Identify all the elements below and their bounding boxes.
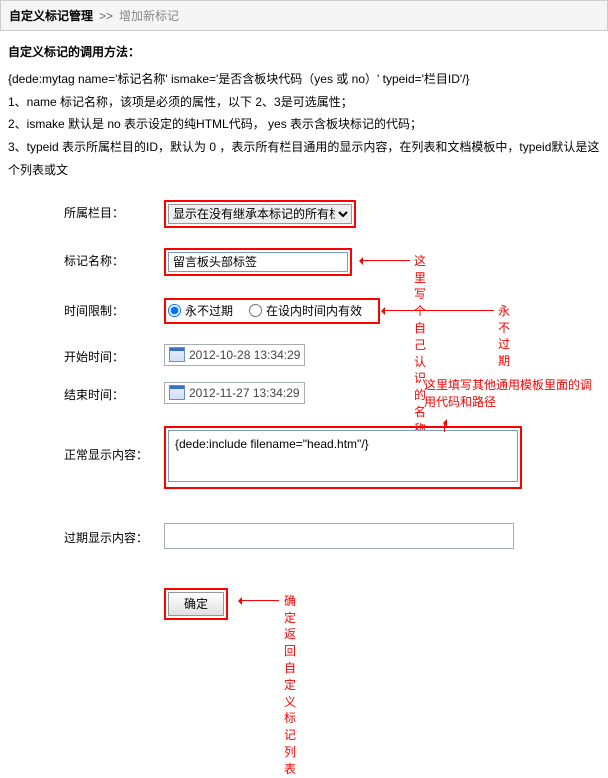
timelimit-option2[interactable]: 在设内时间内有效 (249, 302, 362, 319)
category-label: 所属栏目： (64, 200, 164, 221)
submit-highlight: 确定 (164, 588, 228, 620)
endtime-label: 结束时间： (64, 382, 164, 403)
usage-code: {dede:mytag name='标记名称' ismake='是否含板块代码（… (8, 68, 600, 91)
normalcontent-arrow (444, 422, 445, 432)
normalcontent-highlight (164, 426, 522, 489)
timelimit-highlight: 永不过期 在设内时间内有效 (164, 298, 380, 324)
header-separator: >> (99, 9, 113, 23)
submit-arrow (239, 600, 279, 601)
usage-instructions: 自定义标记的调用方法： {dede:mytag name='标记名称' isma… (8, 41, 600, 182)
category-select[interactable]: 显示在没有继承本标记的所有栏目 (168, 204, 352, 224)
timelimit-label: 时间限制： (64, 298, 164, 319)
starttime-input[interactable]: 2012-10-28 13:34:29 (164, 344, 305, 366)
normalcontent-label: 正常显示内容： (64, 426, 164, 463)
tagname-highlight (164, 248, 352, 276)
header-action: 增加新标记 (119, 7, 179, 24)
timelimit-radio1[interactable] (168, 304, 181, 317)
submit-button[interactable]: 确定 (168, 592, 224, 616)
expiredcontent-textarea[interactable] (164, 523, 514, 549)
submit-annotation: 确定返回自定义标记列表 (284, 593, 296, 778)
timelimit-option1[interactable]: 永不过期 (168, 302, 233, 319)
starttime-label: 开始时间： (64, 344, 164, 365)
normalcontent-textarea[interactable] (168, 430, 518, 482)
expiredcontent-label: 过期显示内容： (64, 523, 164, 546)
usage-title: 自定义标记的调用方法： (8, 41, 600, 64)
tagname-input[interactable] (168, 252, 348, 272)
timelimit-radio2[interactable] (249, 304, 262, 317)
tagname-arrow (360, 260, 410, 261)
tagname-label: 标记名称： (64, 248, 164, 269)
endtime-input[interactable]: 2012-11-27 13:34:29 (164, 382, 305, 404)
calendar-icon (169, 385, 185, 400)
page-header: 自定义标记管理 >> 增加新标记 (0, 0, 608, 31)
timelimit-arrow (382, 310, 494, 311)
usage-line3: 3、typeid 表示所属栏目的ID，默认为 0 ，表示所有栏目通用的显示内容，… (8, 136, 600, 182)
category-highlight: 显示在没有继承本标记的所有栏目 (164, 200, 356, 228)
normalcontent-annotation: 这里填写其他通用模板里面的调用代码和路径 (424, 377, 594, 411)
usage-line2: 2、ismake 默认是 no 表示设定的纯HTML代码， yes 表示含板块标… (8, 113, 600, 136)
calendar-icon (169, 347, 185, 362)
header-title: 自定义标记管理 (9, 7, 93, 24)
usage-line1: 1、name 标记名称，该项是必须的属性，以下 2、3是可选属性； (8, 91, 600, 114)
